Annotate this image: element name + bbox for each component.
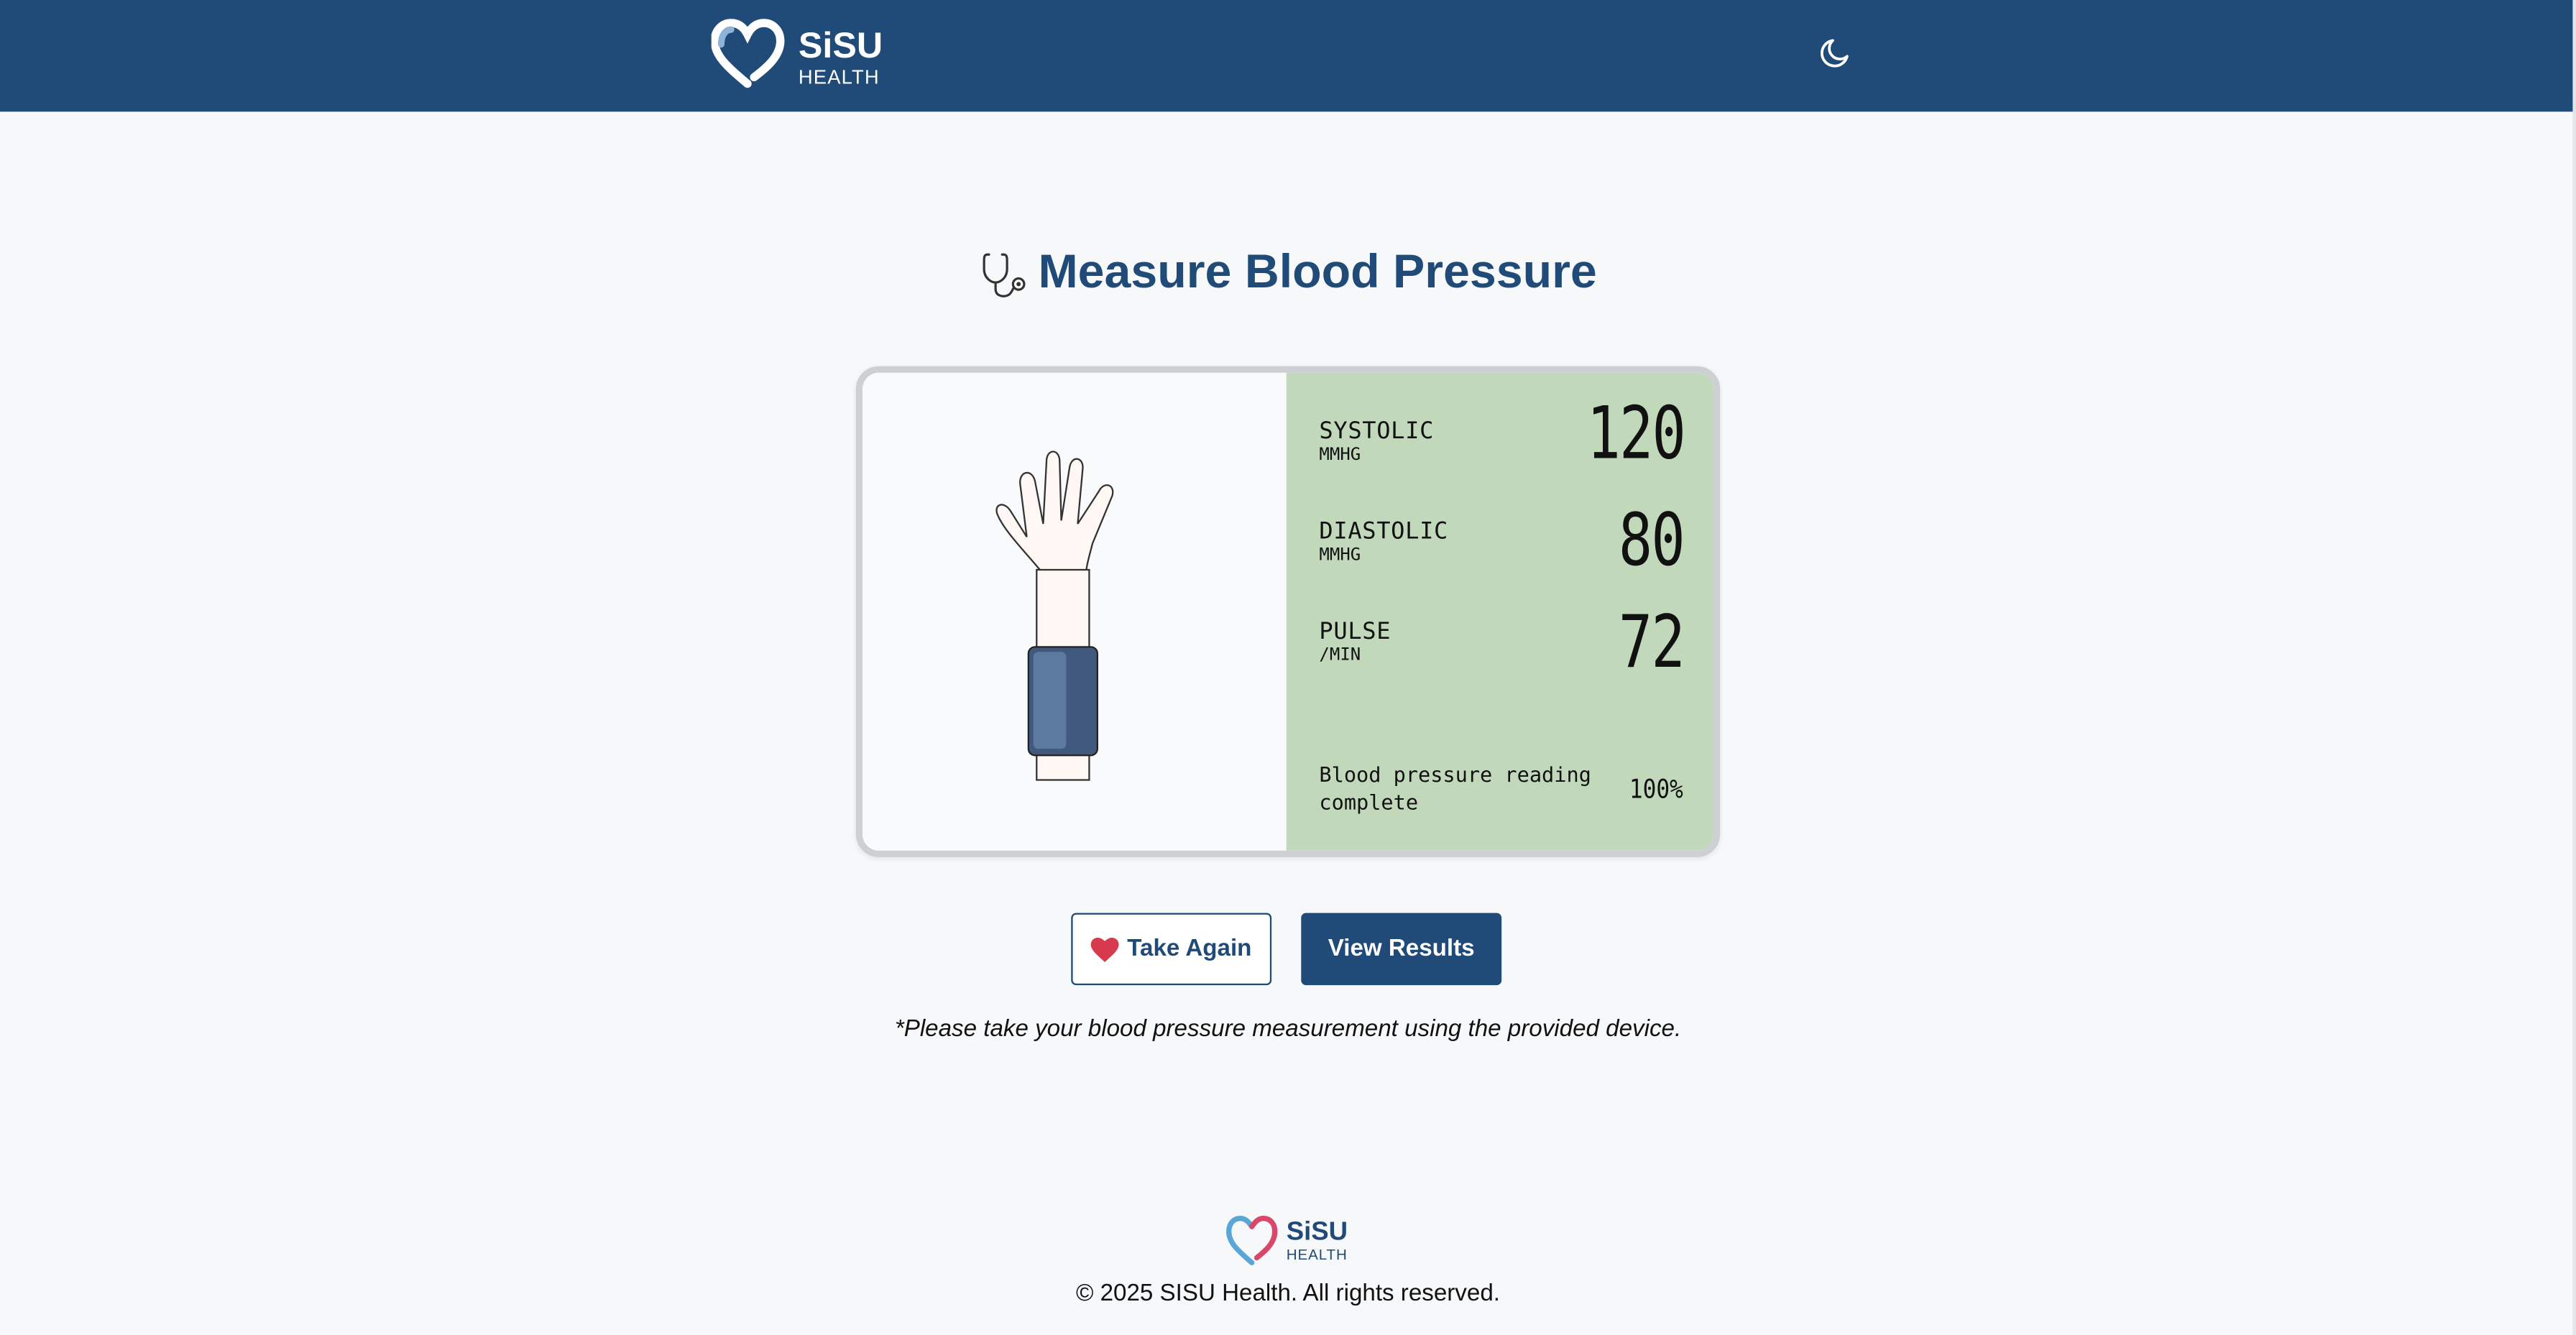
lcd-display: SYSTOLIC MMHG 120 DIASTOLIC MMHG 80 PULS… (1286, 372, 1714, 851)
stethoscope-icon (983, 252, 1026, 297)
copyright-text: © 2025 SISU Health. All rights reserved. (1075, 1280, 1500, 1308)
sisu-health-logo[interactable]: SiSU HEALTH (711, 18, 892, 91)
diastolic-reading: DIASTOLIC MMHG 80 (1319, 503, 1685, 601)
pulse-unit: /MIN (1319, 645, 1361, 665)
pulse-reading: PULSE /MIN 72 (1319, 605, 1685, 701)
footer-brand-name: SiSU (1287, 1216, 1348, 1245)
theme-toggle-button[interactable] (1813, 31, 1856, 73)
arm-illustration-pane (862, 372, 1287, 851)
header-brand-sub: HEALTH (799, 66, 880, 88)
arm-with-cuff-illustration (995, 451, 1114, 781)
systolic-label: SYSTOLIC (1319, 418, 1435, 445)
page-title-text: Measure Blood Pressure (1038, 246, 1597, 299)
systolic-reading: SYSTOLIC MMHG 120 (1319, 397, 1685, 501)
measurement-progress-percent: 100% (1629, 773, 1684, 805)
footer-brand-sub: HEALTH (1287, 1247, 1348, 1263)
take-again-label: Take Again (1127, 936, 1252, 963)
header-brand-name: SiSU (799, 24, 883, 65)
page-root: SiSU HEALTH Measure Blood Pressure SYSTO… (0, 0, 2576, 1335)
blood-pressure-monitor: SYSTOLIC MMHG 120 DIASTOLIC MMHG 80 PULS… (855, 366, 1721, 857)
diastolic-label: DIASTOLIC (1319, 519, 1448, 545)
systolic-unit: MMHG (1319, 445, 1361, 465)
diastolic-unit: MMHG (1319, 545, 1361, 565)
footer-logo: SiSU HEALTH (1225, 1212, 1357, 1268)
diastolic-value: 80 (1618, 499, 1685, 583)
page-title: Measure Blood Pressure (0, 246, 2576, 300)
view-results-button[interactable]: View Results (1301, 913, 1502, 986)
heart-icon (1090, 936, 1119, 961)
pulse-value: 72 (1618, 601, 1685, 685)
scrollbar[interactable] (2572, 0, 2576, 1335)
view-results-label: View Results (1328, 936, 1475, 963)
pulse-label: PULSE (1319, 619, 1392, 646)
take-again-button[interactable]: Take Again (1071, 913, 1272, 986)
systolic-value: 120 (1586, 392, 1685, 476)
top-navbar: SiSU HEALTH (0, 0, 2576, 112)
moon-icon (1820, 39, 1849, 68)
measurement-status-text: Blood pressure reading complete (1319, 762, 1591, 815)
instruction-note: *Please take your blood pressure measure… (894, 1016, 1682, 1043)
